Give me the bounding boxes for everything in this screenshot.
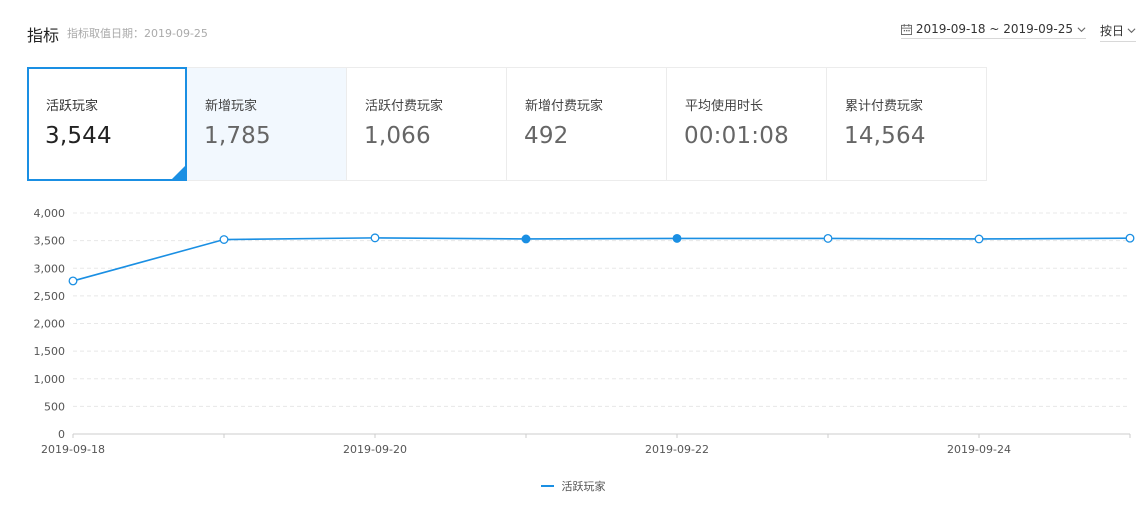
metric-card-avg-usage-time[interactable]: 平均使用时长 00:01:08 (667, 67, 827, 181)
metric-value: 00:01:08 (684, 123, 789, 149)
granularity-select[interactable]: 按日 (1099, 22, 1136, 42)
chart-legend[interactable]: 活跃玩家 (0, 478, 1146, 494)
legend-swatch (540, 485, 554, 487)
metric-card-new-paying-players[interactable]: 新增付费玩家 492 (507, 67, 667, 181)
metric-cards: 活跃玩家 3,544 新增玩家 1,785 活跃付费玩家 1,066 新增付费玩… (27, 67, 987, 181)
x-tick-label: 2019-09-20 (343, 443, 407, 456)
date-note: 指标取值日期：2019-09-25 (67, 27, 208, 40)
metric-label: 新增付费玩家 (525, 99, 604, 114)
metric-card-cumulative-paying-players[interactable]: 累计付费玩家 14,564 (827, 67, 987, 181)
date-range-text: 2019-09-18 ~ 2019-09-25 (915, 22, 1073, 36)
data-point (823, 233, 833, 243)
y-tick-label: 3,500 (34, 235, 66, 248)
metric-value: 1,066 (364, 123, 431, 149)
x-tick-label: 2019-09-22 (645, 443, 709, 456)
y-tick-label: 1,000 (34, 373, 66, 386)
data-point (370, 233, 380, 243)
data-point (219, 235, 229, 244)
date-range-picker[interactable]: 2019-09-18 ~ 2019-09-25 (900, 22, 1086, 39)
data-point (521, 234, 531, 244)
metric-card-new-players[interactable]: 新增玩家 1,785 (187, 67, 347, 181)
metric-value: 3,544 (45, 123, 112, 149)
data-point (672, 233, 682, 243)
metric-card-active-paying-players[interactable]: 活跃付费玩家 1,066 (347, 67, 507, 181)
header: 指标 指标取值日期：2019-09-25 2019-09-18 ~ 2019-0… (27, 18, 1136, 46)
y-tick-label: 2,500 (34, 290, 66, 303)
metric-card-active-players[interactable]: 活跃玩家 3,544 (27, 67, 187, 181)
chevron-down-icon (1077, 26, 1086, 32)
y-tick-label: 0 (58, 428, 65, 441)
data-point (974, 234, 984, 244)
x-tick-label: 2019-09-18 (41, 443, 105, 456)
metric-label: 新增玩家 (205, 99, 258, 114)
y-tick-label: 1,500 (34, 345, 66, 358)
calendar-icon (900, 23, 912, 35)
chevron-down-icon (1127, 28, 1136, 34)
line-chart: 0 500 1,000 1,500 2,000 2,500 3,000 3,500 4,000 2… (34, 207, 1135, 456)
metric-value: 492 (524, 123, 569, 149)
y-tick-label: 3,000 (34, 262, 66, 275)
granularity-text: 按日 (1099, 24, 1124, 38)
metric-label: 活跃玩家 (46, 99, 99, 114)
legend-label: 活跃玩家 (561, 480, 606, 493)
page-title: 指标 (27, 26, 60, 45)
x-tick-label: 2019-09-24 (947, 443, 1011, 456)
data-point (1125, 233, 1135, 243)
metric-value: 1,785 (204, 123, 271, 149)
metric-value: 14,564 (844, 123, 926, 149)
metric-label: 活跃付费玩家 (365, 99, 444, 114)
metric-label: 累计付费玩家 (845, 99, 924, 114)
y-tick-label: 2,000 (34, 318, 66, 331)
y-tick-label: 4,000 (34, 207, 66, 220)
series-line (72, 237, 1131, 282)
metric-label: 平均使用时长 (685, 99, 764, 114)
y-tick-label: 500 (44, 400, 65, 413)
data-point (68, 276, 78, 286)
selected-corner-marker (171, 165, 186, 180)
